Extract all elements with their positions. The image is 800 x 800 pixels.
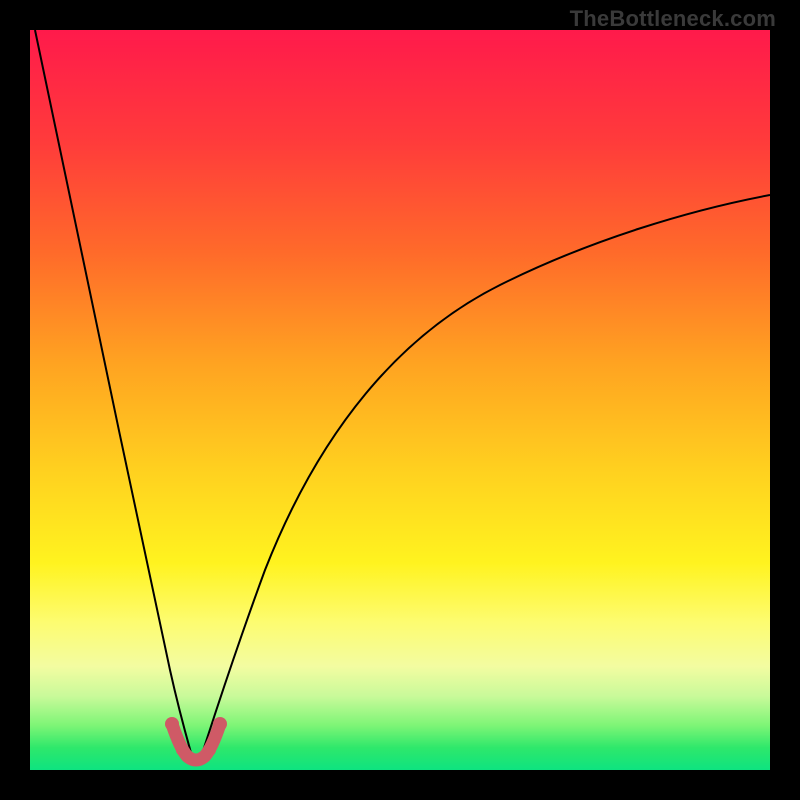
highlight-end-dot-right [213,717,227,731]
bottleneck-curve-right [200,195,770,760]
chart-frame: TheBottleneck.com [0,0,800,800]
curve-layer [30,30,770,770]
highlight-mid-dot-right [204,744,216,756]
watermark-source: TheBottleneck.com [570,6,776,32]
plot-area [30,30,770,770]
highlight-end-dot-left [165,717,179,731]
highlight-mid-dot-left [176,744,188,756]
bottleneck-curve-left [35,30,193,760]
